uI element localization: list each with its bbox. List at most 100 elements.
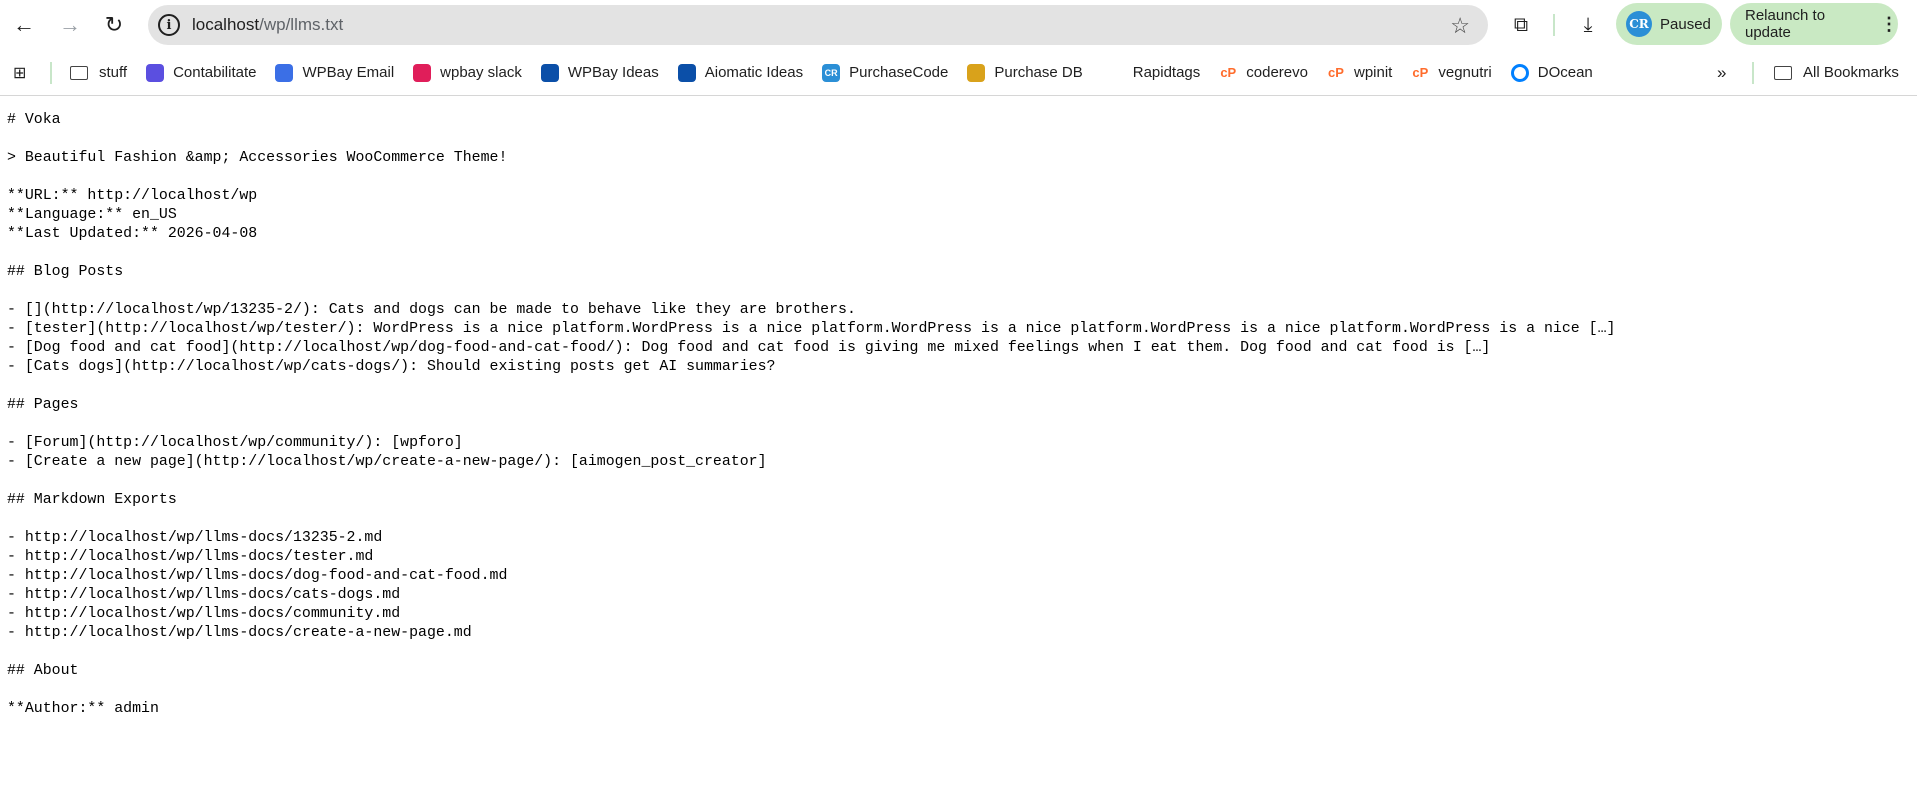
bookmark-aiomatic-ideas[interactable]: Aiomatic Ideas (677, 63, 804, 82)
bookmark-label: WPBay Ideas (567, 64, 659, 81)
text-line: **URL:** http://localhost/wp (7, 188, 258, 204)
bookmark-wpbay-slack[interactable]: wpbay slack (413, 63, 522, 82)
bookmark-label: wpinit (1354, 64, 1393, 81)
divider (50, 61, 52, 84)
bookmark-label: PurchaseCode (849, 64, 949, 81)
heading-line: ## About (7, 663, 79, 679)
bookmark-wpinit[interactable]: cP wpinit (1327, 64, 1392, 82)
bookmark-docean[interactable]: DOcean (1510, 63, 1593, 82)
url-text[interactable]: localhost/wp/llms.txt (192, 15, 343, 35)
bookmark-vegnutri[interactable]: cP vegnutri (1411, 64, 1491, 82)
trello-icon (677, 63, 696, 82)
text-line: - http://localhost/wp/llms-docs/tester.m… (7, 549, 374, 565)
folder-icon (1774, 65, 1792, 80)
bookmark-list: stuff Contabilitate WPBay Email wpbay slack… (70, 63, 1612, 82)
bookmark-wpbay-ideas[interactable]: WPBay Ideas (540, 63, 659, 82)
text-line: **Last Updated:** 2026-04-08 (7, 226, 258, 242)
bookmark-label: Contabilitate (173, 64, 257, 81)
bookmark-label: wpbay slack (440, 64, 522, 81)
slack-icon (413, 63, 432, 82)
text-line: > Beautiful Fashion &amp; Accessories Wo… (7, 150, 508, 166)
site-info-icon[interactable]: i (158, 14, 180, 36)
llms-txt-content: # Voka > Beautiful Fashion &amp; Accessor… (7, 111, 1615, 719)
bookmark-label: Aiomatic Ideas (704, 64, 804, 81)
bookmark-label: WPBay Email (302, 64, 395, 81)
cpanel-icon: cP (1412, 65, 1429, 80)
more-menu-icon[interactable]: ⋮ (1880, 14, 1898, 35)
cr-icon: CR (822, 63, 841, 82)
text-line: - http://localhost/wp/llms-docs/cats-dog… (7, 587, 401, 603)
arrow-right-icon: → (59, 12, 81, 37)
back-button[interactable]: ← (7, 8, 41, 42)
cpanel-icon: cP (1220, 65, 1237, 80)
text-line: **Language:** en_US (7, 207, 177, 223)
forward-button[interactable]: → (53, 8, 87, 42)
url-host: localhost (192, 15, 260, 34)
heading-line: # Voka (7, 112, 61, 128)
extensions-icon[interactable]: ⧉ (1506, 10, 1536, 40)
text-line: - http://localhost/wp/llms-docs/create-a… (7, 625, 472, 641)
digitalocean-icon (1510, 63, 1529, 82)
download-icon[interactable]: ⤓ (1573, 10, 1603, 40)
bookmark-purchasecode[interactable]: CR PurchaseCode (822, 63, 949, 82)
bookmark-coderevo[interactable]: cP coderevo (1219, 64, 1308, 82)
profile-button[interactable]: CR Paused (1616, 3, 1722, 45)
all-bookmarks-label: All Bookmarks (1803, 64, 1899, 81)
all-bookmarks-button[interactable]: All Bookmarks (1774, 64, 1899, 81)
text-line: - [](http://localhost/wp/13235-2/): Cats… (7, 302, 856, 318)
text-line: - [Forum](http://localhost/wp/community/… (7, 435, 463, 451)
url-path: /wp/llms.txt (259, 15, 344, 34)
check-app-icon (146, 63, 165, 82)
bookmark-label: DOcean (1537, 64, 1593, 81)
reload-button[interactable]: ↻ (97, 8, 131, 42)
apps-grid-icon[interactable]: ⊞ (13, 63, 31, 83)
bookmark-star-icon[interactable]: ☆ (1450, 13, 1470, 39)
address-bar[interactable]: i localhost/wp/llms.txt ☆ (148, 5, 1488, 45)
bookmarks-bar: ⊞ stuff Contabilitate WPBay Email wpbay sla… (0, 50, 1917, 96)
text-line: - http://localhost/wp/llms-docs/dog-food… (7, 568, 508, 584)
profile-status: Paused (1660, 15, 1711, 33)
heading-line: ## Blog Posts (7, 264, 124, 280)
cpanel-icon: cP (1328, 65, 1344, 80)
bookmarks-overflow-button[interactable]: » (1717, 63, 1726, 83)
text-line: - http://localhost/wp/llms-docs/13235-2.… (7, 530, 383, 546)
bookmark-label: Rapidtags (1132, 64, 1201, 81)
text-line: - [Cats dogs](http://localhost/wp/cats-d… (7, 359, 776, 375)
text-line: - http://localhost/wp/llms-docs/communit… (7, 606, 401, 622)
arrow-left-icon: ← (13, 12, 35, 37)
reload-icon: ↻ (104, 12, 124, 37)
bookmark-wpbay-email[interactable]: WPBay Email (275, 63, 395, 82)
trello-icon (540, 63, 559, 82)
bookmark-label: vegnutri (1438, 64, 1492, 81)
text-line: **Author:** admin (7, 701, 159, 717)
bookmark-label: stuff (99, 64, 128, 81)
heading-line: ## Pages (7, 397, 79, 413)
bookmark-contabilitate[interactable]: Contabilitate (146, 63, 257, 82)
text-line: - [Create a new page](http://localhost/w… (7, 454, 767, 470)
relaunch-label: Relaunch to update (1745, 7, 1826, 41)
text-line: - [Dog food and cat food](http://localho… (7, 340, 1491, 356)
mail-icon (275, 63, 294, 82)
divider (1553, 14, 1555, 36)
browser-toolbar: ← → ↻ i localhost/wp/llms.txt ☆ ⧉ ⤓ CR P… (0, 0, 1917, 50)
bookmark-purchase-db[interactable]: Purchase DB (967, 63, 1083, 82)
divider (1752, 62, 1754, 84)
folder-icon (70, 65, 88, 80)
heading-line: ## Markdown Exports (7, 492, 177, 508)
relaunch-button[interactable]: Relaunch to update ⋮ (1730, 3, 1898, 45)
bookmark-rapidtags[interactable]: Rapidtags (1124, 64, 1201, 82)
bookmark-stuff[interactable]: stuff (70, 64, 127, 81)
bookmark-label: Purchase DB (994, 64, 1083, 81)
bookmark-label: coderevo (1246, 64, 1308, 81)
db-icon (967, 63, 986, 82)
